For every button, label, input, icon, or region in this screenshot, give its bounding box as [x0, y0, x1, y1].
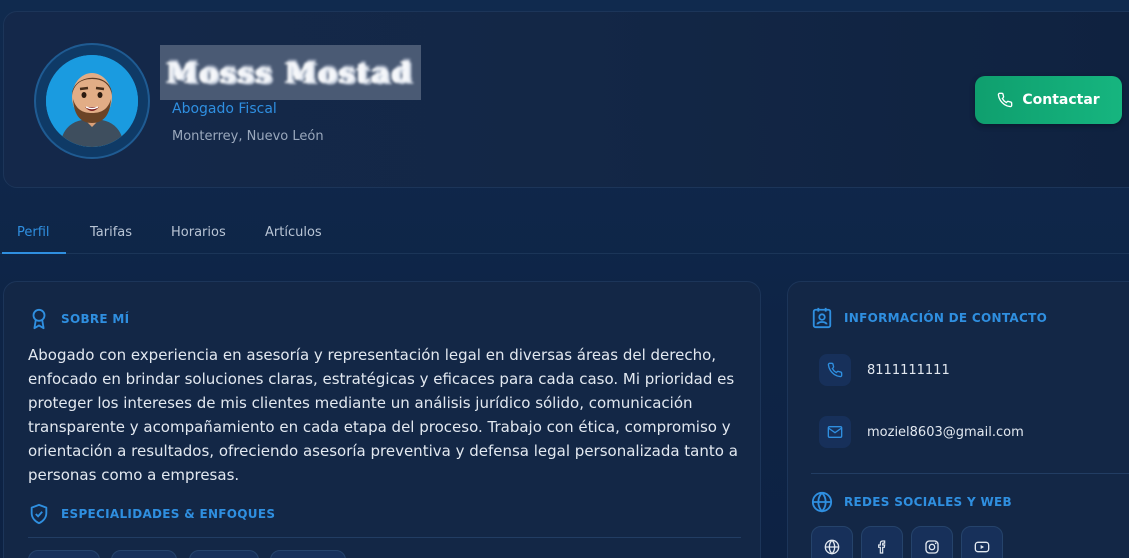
social-section-header: REDES SOCIALES Y WEB: [811, 491, 1012, 513]
contact-phone-row[interactable]: 8111111111: [819, 354, 950, 386]
specialties-section-header: ESPECIALIDADES & ENFOQUES: [28, 502, 275, 526]
profile-name: Mosss Mostad: [167, 56, 414, 89]
award-icon: [32, 308, 46, 330]
contact-section-header: INFORMACIÓN DE CONTACTO: [811, 306, 1047, 330]
globe-icon: [811, 491, 833, 513]
specialties-divider: [28, 537, 741, 538]
profile-page: Mosss Mostad Abogado Fiscal Monterrey, N…: [0, 0, 1129, 558]
facebook-link[interactable]: [861, 526, 903, 558]
avatar: [46, 55, 138, 147]
avatar-ring: [34, 43, 150, 159]
instagram-icon: [925, 540, 939, 554]
profile-title: Abogado Fiscal: [172, 101, 277, 117]
website-link[interactable]: [811, 526, 853, 558]
contact-button[interactable]: Contactar: [975, 76, 1122, 124]
specialties-title: ESPECIALIDADES & ENFOQUES: [61, 507, 276, 521]
profile-name-redacted: Mosss Mostad: [160, 45, 421, 100]
tab-articulos[interactable]: Artículos: [265, 225, 322, 240]
specialty-chip: [270, 550, 346, 558]
instagram-link[interactable]: [911, 526, 953, 558]
tab-horarios[interactable]: Horarios: [171, 225, 226, 240]
youtube-link[interactable]: [961, 526, 1003, 558]
mail-icon-box: [819, 416, 851, 448]
about-section-header: SOBRE MÍ: [28, 307, 129, 331]
contact-phone: 8111111111: [867, 362, 950, 378]
phone-icon: [827, 362, 843, 378]
tab-perfil[interactable]: Perfil: [17, 225, 50, 240]
globe-icon: [824, 539, 840, 555]
youtube-icon: [974, 541, 990, 553]
phone-icon: [998, 92, 1013, 108]
avatar-illustration: [46, 55, 138, 147]
about-card: SOBRE MÍ Abogado con experiencia en ases…: [3, 281, 761, 558]
profile-tabs: Perfil Tarifas Horarios Artículos: [0, 214, 1129, 254]
active-tab-indicator: [2, 252, 66, 254]
about-text: Abogado con experiencia en asesoría y re…: [28, 346, 738, 484]
contact-card-icon: [812, 307, 832, 329]
contact-email: moziel8603@gmail.com: [867, 424, 1024, 440]
social-title: REDES SOCIALES Y WEB: [844, 495, 1012, 509]
contact-button-label: Contactar: [1022, 92, 1100, 108]
about-title: SOBRE MÍ: [61, 312, 130, 326]
specialty-chip: [28, 550, 100, 558]
specialty-chip: [111, 550, 177, 558]
profile-location: Monterrey, Nuevo León: [172, 129, 324, 144]
phone-icon-box: [819, 354, 851, 386]
contact-info-card: INFORMACIÓN DE CONTACTO 8111111111 mozie…: [787, 281, 1129, 558]
tab-tarifas[interactable]: Tarifas: [90, 225, 132, 240]
specialty-chip: [189, 550, 259, 558]
mail-icon: [827, 426, 843, 438]
social-links: [811, 526, 1003, 558]
contact-title: INFORMACIÓN DE CONTACTO: [844, 311, 1048, 325]
contact-divider: [811, 473, 1129, 474]
facebook-icon: [878, 540, 886, 554]
shield-check-icon: [30, 503, 48, 525]
contact-email-row[interactable]: moziel8603@gmail.com: [819, 416, 1024, 448]
profile-header-card: Mosss Mostad Abogado Fiscal Monterrey, N…: [3, 11, 1129, 188]
